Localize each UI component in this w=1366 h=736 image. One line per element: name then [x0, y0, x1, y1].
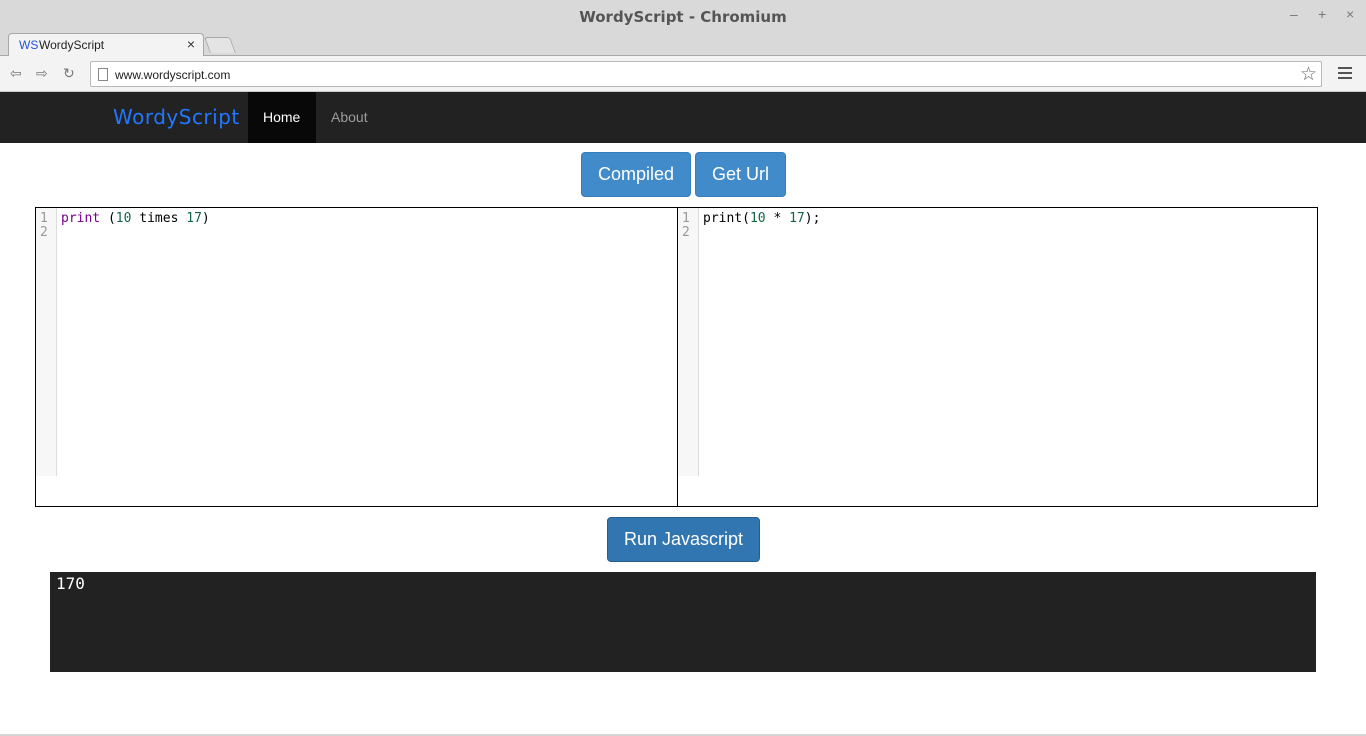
url-text[interactable]: www.wordyscript.com — [115, 68, 230, 82]
code-token: ( — [100, 211, 116, 226]
code-token: print — [61, 211, 101, 226]
line-number-gutter: 1 2 — [678, 208, 699, 476]
browser-tab[interactable]: WS WordyScript × — [8, 33, 204, 57]
output-text: 170 — [56, 574, 85, 593]
minimize-icon[interactable]: – — [1290, 6, 1298, 22]
page-icon — [98, 68, 108, 81]
compiled-button[interactable]: Compiled — [581, 152, 691, 197]
close-icon[interactable]: × — [1346, 6, 1354, 22]
browser-toolbar: ⇦ ⇨ ↻ www.wordyscript.com ☆ — [0, 56, 1366, 92]
reload-icon[interactable]: ↻ — [63, 65, 75, 82]
line-number: 2 — [40, 225, 48, 240]
window-titlebar: WordyScript - Chromium – + × — [0, 0, 1366, 32]
source-code[interactable]: print (10 times 17) — [61, 211, 210, 226]
nav-home[interactable]: Home — [248, 92, 316, 143]
code-token: ) — [201, 211, 210, 226]
tab-title: WordyScript — [39, 38, 105, 52]
line-number: 1 — [40, 211, 48, 226]
get-url-button[interactable]: Get Url — [695, 152, 786, 197]
source-editor[interactable]: 1 2 print (10 times 17) — [35, 207, 678, 507]
code-token: * — [765, 211, 790, 226]
address-bar[interactable]: www.wordyscript.com ☆ — [90, 61, 1322, 87]
code-token: 17 — [789, 211, 805, 226]
code-token: times — [131, 211, 187, 226]
code-token: 10 — [749, 211, 766, 226]
site-navbar: WordyScript Home About — [0, 92, 1366, 143]
new-tab-button[interactable] — [204, 37, 236, 53]
compiled-code[interactable]: print(10 * 17); — [703, 211, 820, 226]
window-title: WordyScript - Chromium — [579, 8, 787, 26]
compiled-editor[interactable]: 1 2 print(10 * 17); — [677, 207, 1318, 507]
favicon-icon: WS — [19, 38, 39, 52]
line-number: 1 — [682, 211, 690, 226]
maximize-icon[interactable]: + — [1318, 6, 1326, 22]
forward-icon[interactable]: ⇨ — [36, 65, 48, 82]
line-number: 2 — [682, 225, 690, 240]
code-token: 17 — [186, 211, 202, 226]
tab-close-icon[interactable]: × — [187, 36, 195, 52]
run-javascript-button[interactable]: Run Javascript — [607, 517, 760, 562]
code-token: print( — [703, 211, 750, 226]
code-token: 10 — [115, 211, 132, 226]
code-token: ); — [804, 211, 821, 226]
back-icon[interactable]: ⇦ — [10, 65, 22, 82]
browser-menu-icon[interactable] — [1338, 67, 1352, 79]
nav-about[interactable]: About — [316, 92, 383, 143]
line-number-gutter: 1 2 — [36, 208, 57, 476]
site-brand[interactable]: WordyScript — [113, 105, 240, 129]
output-console: 170 — [50, 572, 1316, 672]
bookmark-star-icon[interactable]: ☆ — [1300, 63, 1317, 86]
tab-strip: WS WordyScript × — [0, 30, 1366, 57]
